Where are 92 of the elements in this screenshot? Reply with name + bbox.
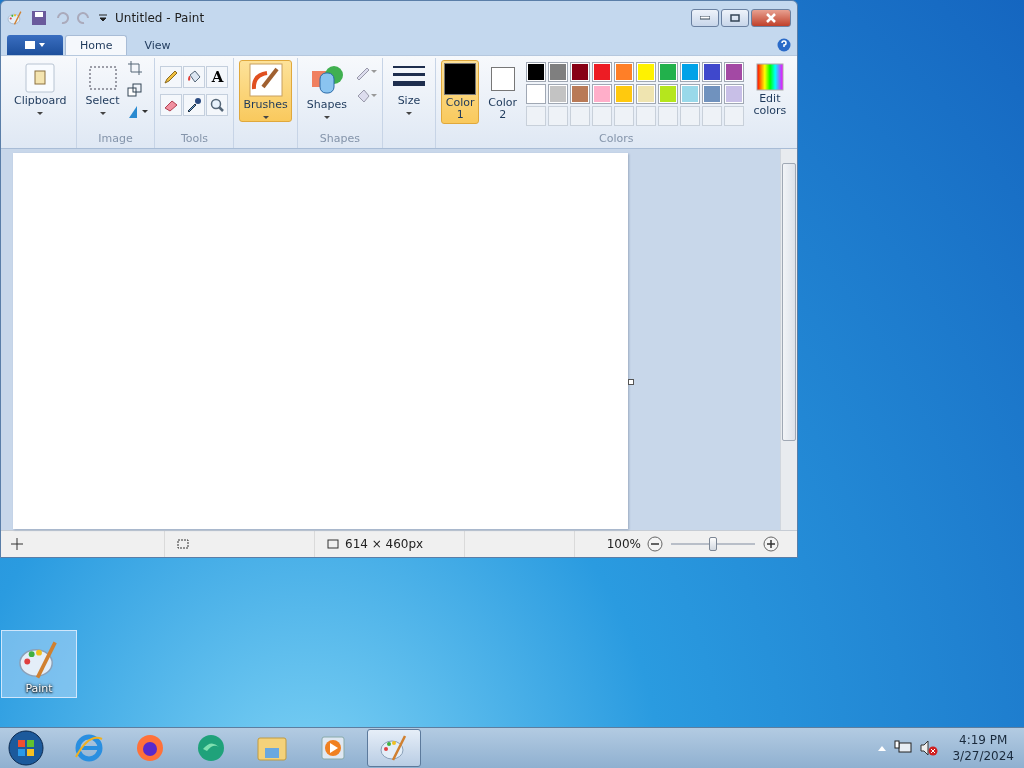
- tool-button[interactable]: [206, 94, 229, 116]
- close-icon: [766, 13, 776, 23]
- minimize-icon: [700, 16, 710, 20]
- color-swatch[interactable]: [525, 62, 546, 82]
- color-swatch[interactable]: [723, 84, 744, 104]
- taskbar-app-button[interactable]: [367, 729, 421, 767]
- dropdown-icon[interactable]: [99, 14, 107, 22]
- color-swatch[interactable]: [591, 84, 612, 104]
- brushes-button[interactable]: Brushes: [239, 60, 292, 122]
- swirl-icon: [195, 733, 227, 763]
- canvas-size-text: 614 × 460px: [345, 537, 424, 551]
- caret-icon: [99, 112, 106, 115]
- magnifier-icon: [209, 97, 226, 113]
- canvas-size-icon: [325, 538, 339, 550]
- clipboard-icon: [25, 63, 56, 93]
- crop-icon[interactable]: [127, 60, 144, 76]
- color-swatch[interactable]: [635, 62, 656, 82]
- color-swatch[interactable]: [547, 62, 568, 82]
- palette-icon: [379, 733, 409, 763]
- color-slot-button[interactable]: Color 2: [483, 60, 522, 124]
- select-button[interactable]: Select: [81, 60, 124, 118]
- resize-handle[interactable]: [628, 379, 634, 385]
- color-swatch[interactable]: [701, 62, 722, 82]
- color-swatch[interactable]: [635, 84, 656, 104]
- start-orb-icon: [8, 730, 44, 766]
- caret-icon: [405, 112, 412, 115]
- zoom-out-icon[interactable]: [647, 536, 663, 552]
- color-swatch[interactable]: [613, 84, 634, 104]
- color-swatch[interactable]: [569, 62, 590, 82]
- selection-size-icon: [175, 538, 189, 550]
- color-slot-button[interactable]: Color 1: [440, 60, 480, 124]
- restore-icon: [730, 14, 740, 22]
- fox-globe-icon: [135, 733, 165, 763]
- group-label: Image: [98, 132, 133, 147]
- tool-button[interactable]: [183, 94, 206, 116]
- caret-icon: [323, 116, 330, 119]
- group-label: Tools: [180, 132, 209, 147]
- color-swatch[interactable]: [679, 84, 700, 104]
- rotate-icon[interactable]: [127, 104, 150, 120]
- help-icon[interactable]: [777, 38, 791, 52]
- group-label: Shapes: [319, 132, 360, 147]
- color-swatch[interactable]: [723, 62, 744, 82]
- muted-speaker-icon[interactable]: [920, 740, 939, 756]
- color-swatch[interactable]: [525, 84, 546, 104]
- close-button[interactable]: [751, 9, 791, 27]
- clipboard-button[interactable]: Clipboard: [10, 60, 71, 118]
- color-swatch[interactable]: [657, 84, 678, 104]
- shapes-button[interactable]: Shapes: [302, 60, 351, 122]
- color-swatch[interactable]: [569, 84, 590, 104]
- minimize-button[interactable]: [691, 9, 719, 27]
- zoom-text: 100%: [606, 537, 641, 551]
- color-swatch[interactable]: [613, 62, 634, 82]
- color-swatch[interactable]: [657, 62, 678, 82]
- color-swatch[interactable]: [679, 62, 700, 82]
- tool-button[interactable]: A: [206, 66, 229, 88]
- menu-icon: [24, 40, 46, 50]
- network-icon[interactable]: [894, 740, 913, 756]
- size-button[interactable]: Size: [387, 60, 430, 118]
- move-cursor-icon: [11, 538, 23, 550]
- shapes-icon: [309, 63, 344, 97]
- play-icon: [319, 734, 347, 762]
- paint-bucket-icon: [186, 69, 203, 85]
- save-icon[interactable]: [31, 10, 47, 26]
- color-swatch[interactable]: [701, 84, 722, 104]
- restore-button[interactable]: [721, 9, 749, 27]
- edit-colors-button[interactable]: Edit colors: [747, 60, 792, 120]
- color-picker-icon: [186, 97, 203, 113]
- caret-icon: [262, 116, 269, 119]
- clock-time: 4:19 PM: [959, 732, 1008, 748]
- slider-thumb[interactable]: [709, 537, 717, 551]
- clock[interactable]: 4:19 PM 3/27/2024: [952, 732, 1014, 764]
- color-swatch[interactable]: [547, 84, 568, 104]
- vertical-scrollbar[interactable]: [780, 149, 797, 530]
- spectrum-icon: [755, 63, 784, 91]
- selection-icon: [87, 63, 118, 93]
- ribbon-tab[interactable]: View: [129, 35, 186, 55]
- color-swatch[interactable]: [591, 62, 612, 82]
- show-hidden-icons[interactable]: [878, 745, 887, 751]
- clock-date: 3/27/2024: [952, 748, 1014, 764]
- browser-e-icon: [74, 733, 104, 763]
- app-icon: [7, 10, 23, 26]
- brush-icon: [248, 63, 283, 97]
- resize-icon[interactable]: [127, 82, 144, 98]
- file-menu-button[interactable]: [7, 35, 63, 55]
- ribbon-tab[interactable]: Home: [65, 35, 128, 55]
- pencil-icon: [163, 69, 180, 85]
- group-label: Colors: [599, 132, 634, 147]
- folder-icon: [256, 734, 288, 762]
- text-tool-icon: A: [211, 68, 224, 86]
- zoom-in-icon[interactable]: [763, 536, 779, 552]
- caret-icon: [37, 112, 44, 115]
- window-title: Untitled - Paint: [115, 11, 205, 25]
